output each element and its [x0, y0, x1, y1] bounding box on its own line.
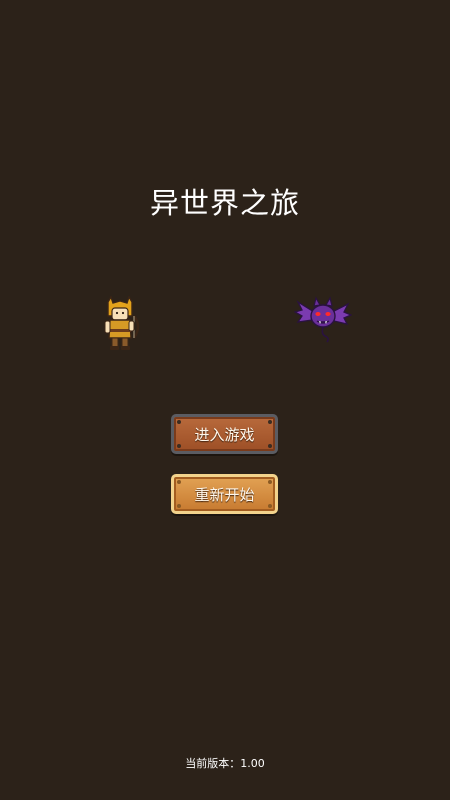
rivet-icon [177, 480, 181, 484]
version-text: 当前版本：1.00 [0, 755, 450, 771]
version-value: 1.00 [240, 757, 265, 770]
restart-label: 重新开始 [194, 485, 255, 504]
rivet-icon [268, 444, 272, 448]
rivet-icon [268, 480, 272, 484]
enter-game-label: 进入游戏 [194, 425, 255, 444]
version-label: 当前版本： [185, 757, 241, 770]
restart-button[interactable]: 重新开始 [171, 474, 278, 514]
rivet-icon [177, 444, 181, 448]
game-title: 异世界之旅 [149, 186, 300, 220]
rivet-icon [177, 504, 181, 508]
hero-sprite-icon [104, 296, 140, 350]
rivet-icon [177, 420, 181, 424]
title-screen: 异世界之旅 进入游戏 重新开始 当前版本：1.00 [0, 0, 450, 800]
enter-game-button[interactable]: 进入游戏 [171, 414, 278, 454]
rivet-icon [268, 420, 272, 424]
rivet-icon [268, 504, 272, 508]
bat-enemy-icon [294, 296, 352, 343]
